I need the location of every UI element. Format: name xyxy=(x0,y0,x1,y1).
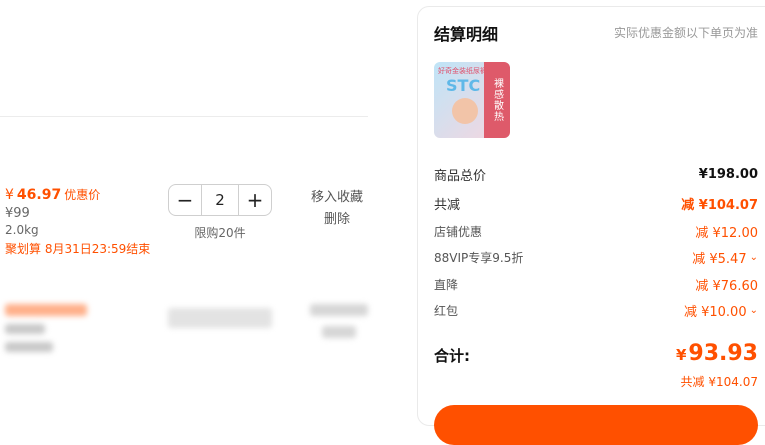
price-tag: 优惠价 xyxy=(64,188,101,202)
blurred-text xyxy=(5,324,45,334)
thumbnail-brand-text: STC xyxy=(446,76,481,95)
promo-countdown: 聚划算 8月31日23:59结束 xyxy=(5,242,151,256)
blurred-price xyxy=(5,304,87,316)
thumbnail-ribbon-text: 好奇金装纸尿裤 xyxy=(438,67,487,75)
grand-total-currency: ¥ xyxy=(675,346,687,364)
vip-discount-label: 88VIP专享9.5折 xyxy=(434,251,524,265)
total-saved: 共减 ¥104.07 xyxy=(680,375,758,389)
grand-total-label: 合计: xyxy=(434,347,470,365)
section-divider xyxy=(0,116,368,117)
red-packet-label: 红包 xyxy=(434,304,459,318)
quantity-input[interactable]: 2 xyxy=(201,185,239,215)
blurred-action xyxy=(310,304,368,316)
original-price: ¥99 xyxy=(5,206,30,221)
red-packet-value: 减 ¥10.00 xyxy=(683,305,747,320)
total-discount-label: 共减 xyxy=(434,198,461,213)
purchase-limit: 限购20件 xyxy=(194,226,246,240)
blurred-text xyxy=(5,342,53,352)
total-discount-value: 减 ¥104.07 xyxy=(681,198,758,213)
item-spec-weight: 2.0kg xyxy=(5,223,39,237)
store-discount-value: 减 ¥12.00 xyxy=(695,226,758,241)
blurred-action xyxy=(322,326,356,338)
move-to-favorites-link[interactable]: 移入收藏 xyxy=(305,186,369,205)
discount-price: 46.97 xyxy=(16,187,62,203)
order-summary-panel: 结算明细 实际优惠金额以下单页为准 好奇金装纸尿裤 STC 裸感散热 商品总价 … xyxy=(417,6,765,445)
direct-discount-value: 减 ¥76.60 xyxy=(695,279,758,294)
direct-discount-row: 直降 减 ¥76.60 xyxy=(434,275,758,294)
product-thumbnail[interactable]: 好奇金装纸尿裤 STC 裸感散热 xyxy=(434,62,510,138)
checkout-button[interactable] xyxy=(434,405,758,445)
total-discount-row: 共减 减 ¥104.07 xyxy=(434,194,758,213)
thumbnail-side-text: 裸感散热 xyxy=(484,62,510,138)
minus-icon: − xyxy=(176,188,194,212)
delete-link[interactable]: 删除 xyxy=(305,208,369,227)
blurred-stepper xyxy=(168,308,272,328)
baby-illustration xyxy=(452,98,478,124)
plus-icon: + xyxy=(246,188,264,212)
store-discount-label: 店铺优惠 xyxy=(434,225,483,239)
quantity-stepper: − 2 + xyxy=(168,184,272,216)
store-discount-row: 店铺优惠 减 ¥12.00 xyxy=(434,222,758,241)
vip-discount-value: 减 ¥5.47 xyxy=(692,252,747,267)
red-packet-row[interactable]: 红包 减 ¥10.00 ⌄ xyxy=(434,301,758,320)
grand-total-value: ¥ 93.93 xyxy=(676,341,758,366)
goods-total-label: 商品总价 xyxy=(434,169,487,184)
chevron-down-icon: ⌄ xyxy=(749,305,758,316)
goods-total-value: ¥198.00 xyxy=(698,167,758,182)
goods-total-row: 商品总价 ¥198.00 xyxy=(434,165,758,184)
grand-total-amount: 93.93 xyxy=(688,341,758,366)
chevron-down-icon: ⌄ xyxy=(749,252,758,263)
currency-symbol: ¥ xyxy=(5,187,14,203)
panel-title: 结算明细 xyxy=(434,25,499,44)
direct-discount-label: 直降 xyxy=(434,278,459,292)
decrease-button[interactable]: − xyxy=(169,185,201,215)
vip-discount-row[interactable]: 88VIP专享9.5折 减 ¥5.47 ⌄ xyxy=(434,248,758,267)
increase-button[interactable]: + xyxy=(239,185,271,215)
item-price: ¥46.97 优惠价 xyxy=(5,186,100,203)
discount-note: 实际优惠金额以下单页为准 xyxy=(613,26,758,40)
